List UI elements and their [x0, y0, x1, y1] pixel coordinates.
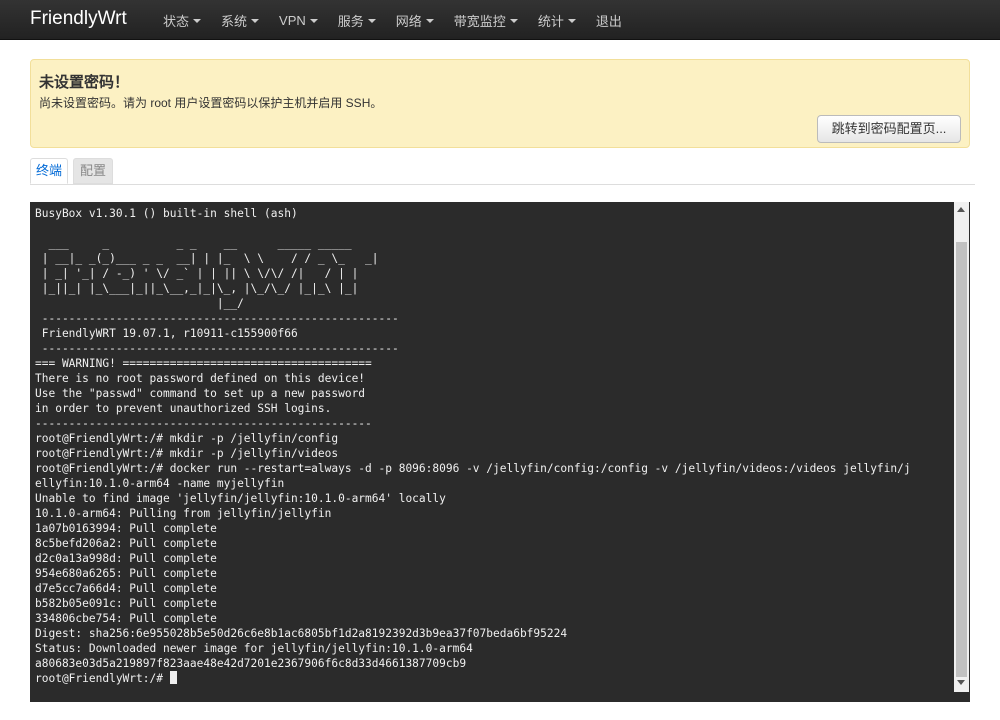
- caret-down-icon: [193, 19, 202, 23]
- caret-down-icon: [509, 19, 518, 23]
- caret-down-icon: [567, 19, 576, 23]
- menu-services[interactable]: 服务: [338, 11, 376, 30]
- menu-bandwidth-monitor[interactable]: 带宽监控: [454, 11, 518, 30]
- terminal-line: a80683e03d5a219897f823aae48e42d7201e2367…: [35, 657, 467, 670]
- tab-config[interactable]: 配置: [73, 158, 113, 184]
- top-navbar: FriendlyWrt 状态 系统 VPN 服务 网络 带宽监控 统计 退出: [0, 0, 1000, 40]
- terminal-line: in order to prevent unauthorized SSH log…: [35, 402, 332, 415]
- terminal-line: | __|_ _(_)___ _ _ __| | |_ \ \ / / _ \_…: [41, 252, 379, 265]
- terminal-line: Unable to find image 'jellyfin/jellyfin:…: [35, 492, 446, 505]
- terminal-line: b582b05e091c: Pull complete: [35, 597, 217, 610]
- caret-down-icon: [309, 19, 318, 23]
- terminal-line: root@FriendlyWrt:/# docker run --restart…: [35, 462, 911, 475]
- terminal-prompt: root@FriendlyWrt:/#: [35, 672, 170, 685]
- terminal-line: ----------------------------------------…: [41, 342, 399, 355]
- menu-vpn[interactable]: VPN: [279, 13, 318, 28]
- terminal-line: 334806cbe754: Pull complete: [35, 612, 217, 625]
- terminal-line: FriendlyWRT 19.07.1, r10911-c155900f66: [41, 327, 298, 340]
- menu-system[interactable]: 系统: [221, 11, 260, 30]
- terminal-bottom-padding: [30, 692, 970, 702]
- terminal-output-lines: BusyBox v1.30.1 () built-in shell (ash) …: [35, 207, 911, 670]
- terminal-line: BusyBox v1.30.1 () built-in shell (ash): [35, 207, 298, 220]
- caret-down-icon: [367, 19, 376, 23]
- tab-terminal[interactable]: 终端: [30, 158, 68, 184]
- menu-status[interactable]: 状态: [163, 11, 202, 30]
- terminal-cursor: [169, 671, 177, 684]
- menu-network[interactable]: 网络: [396, 11, 434, 30]
- terminal-line: === WARNING! ===========================…: [35, 357, 372, 370]
- menu-statistics-label: 统计: [537, 13, 564, 29]
- terminal-line: root@FriendlyWrt:/# mkdir -p /jellyfin/c…: [35, 432, 339, 445]
- terminal-line: Use the "passwd" command to set up a new…: [35, 387, 366, 400]
- terminal-output: BusyBox v1.30.1 () built-in shell (ash) …: [35, 206, 950, 686]
- alert-title: 未设置密码！: [39, 74, 130, 91]
- menu-system-label: 系统: [221, 13, 248, 29]
- terminal-line: d7e5cc7a66d4: Pull complete: [35, 582, 217, 595]
- terminal-line: |_||_| |_\___|_||_\__,_|_|\_, |\_/\_/ |_…: [41, 282, 359, 295]
- menu-network-label: 网络: [395, 13, 422, 29]
- terminal-line: ___ _ _ _ __ _____ _____: [48, 237, 352, 250]
- menu-bandwidth-monitor-label: 带宽监控: [453, 13, 506, 29]
- caret-down-icon: [425, 19, 434, 23]
- menu-status-label: 状态: [163, 13, 190, 29]
- tab-bar: 终端 配置: [30, 157, 975, 185]
- alert-message: 尚未设置密码。请为 root 用户设置密码以保护主机并启用 SSH。: [39, 96, 383, 110]
- terminal-scrollbar[interactable]: [954, 202, 969, 692]
- menu-statistics[interactable]: 统计: [538, 11, 576, 30]
- terminal-window[interactable]: BusyBox v1.30.1 () built-in shell (ash) …: [30, 202, 970, 702]
- terminal-line: root@FriendlyWrt:/# mkdir -p /jellyfin/v…: [35, 447, 339, 460]
- terminal-line: d2c0a13a998d: Pull complete: [35, 552, 217, 565]
- terminal-line: 1a07b0163994: Pull complete: [35, 522, 217, 535]
- go-to-password-config-button[interactable]: 跳转到密码配置页...: [817, 115, 961, 143]
- terminal-line: There is no root password defined on thi…: [35, 372, 366, 385]
- terminal-line: 8c5befd206a2: Pull complete: [35, 537, 217, 550]
- terminal-line: |__/: [216, 297, 244, 310]
- menu-services-label: 服务: [337, 13, 364, 29]
- terminal-line: 954e680a6265: Pull complete: [35, 567, 217, 580]
- caret-down-icon: [251, 19, 260, 23]
- terminal-line: ----------------------------------------…: [41, 312, 399, 325]
- scroll-up-arrow-icon[interactable]: [957, 207, 965, 212]
- terminal-line: Digest: sha256:6e955028b5e50d26c6e8b1ac6…: [35, 627, 568, 640]
- terminal-line: 10.1.0-arm64: Pulling from jellyfin/jell…: [35, 507, 332, 520]
- terminal-line: Status: Downloaded newer image for jelly…: [35, 642, 473, 655]
- no-password-alert: 未设置密码！ 尚未设置密码。请为 root 用户设置密码以保护主机并启用 SSH…: [30, 59, 970, 148]
- menu-logout-label: 退出: [595, 13, 622, 29]
- terminal-line: ellyfin:10.1.0-arm64 -name myjellyfin: [35, 477, 285, 490]
- menu-vpn-label: VPN: [279, 12, 306, 28]
- scrollbar-thumb[interactable]: [956, 242, 967, 677]
- menu-logout[interactable]: 退出: [596, 11, 622, 30]
- scroll-down-arrow-icon[interactable]: [957, 680, 965, 685]
- main-menu: 状态 系统 VPN 服务 网络 带宽监控 统计 退出: [163, 0, 642, 40]
- terminal-line: ----------------------------------------…: [35, 417, 372, 430]
- brand-logo[interactable]: FriendlyWrt: [30, 8, 127, 30]
- terminal-line: | _| '_| / -_) ' \/ _` | | || \ \/\/ /| …: [41, 267, 359, 280]
